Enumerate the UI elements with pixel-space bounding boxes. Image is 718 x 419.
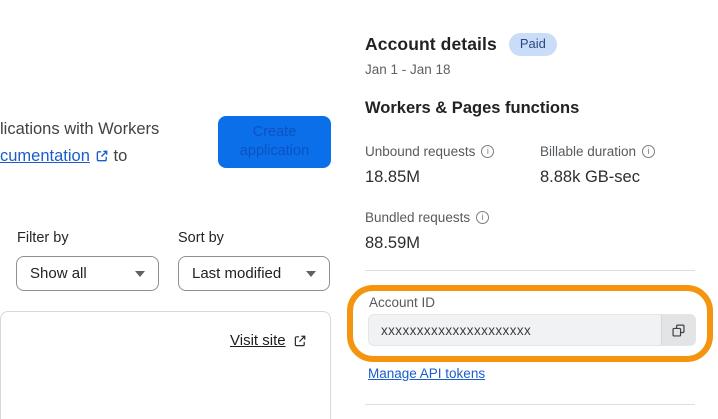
sort-dropdown-value: Last modified (192, 265, 282, 282)
external-link-icon (95, 145, 109, 172)
external-link-icon (293, 334, 307, 348)
functions-section-title: Workers & Pages functions (365, 99, 580, 117)
stat-bundled-requests: Bundled requests i 88.59M (365, 210, 540, 253)
stat-label: Billable duration (540, 144, 637, 159)
documentation-link[interactable]: cumentation (0, 147, 90, 165)
intro-suffix: to (113, 147, 128, 165)
stat-value: 88.59M (365, 234, 421, 252)
stat-value: 18.85M (365, 168, 421, 186)
account-id-input[interactable] (369, 315, 661, 345)
stat-value: 8.88k GB-sec (540, 168, 640, 186)
chevron-down-icon (135, 270, 145, 277)
account-details-title: Account details (365, 34, 497, 54)
intro-text: lications with Workers cumentation to (0, 116, 159, 172)
sort-by-label: Sort by (178, 230, 224, 246)
info-icon[interactable]: i (476, 211, 490, 224)
info-icon[interactable]: i (642, 145, 656, 158)
filter-dropdown[interactable]: Show all (16, 256, 159, 291)
copy-icon (671, 323, 686, 338)
filter-by-label: Filter by (17, 230, 69, 246)
project-card (0, 311, 331, 419)
stat-label: Unbound requests (365, 144, 476, 159)
sort-dropdown[interactable]: Last modified (178, 256, 330, 291)
create-application-button[interactable]: Create application (218, 116, 331, 168)
visit-site-label: Visit site (230, 332, 286, 349)
workers-pages-dashboard: lications with Workers cumentation to Cr… (0, 0, 718, 419)
intro-line1: lications with Workers (0, 120, 160, 138)
account-id-field-group (368, 314, 696, 346)
stat-unbound-requests: Unbound requests i 18.85M (365, 144, 540, 187)
filter-dropdown-value: Show all (30, 265, 87, 282)
create-button-line1: Create (252, 124, 297, 140)
create-button-line2: application (239, 143, 310, 159)
chevron-down-icon (306, 270, 316, 277)
account-id-label: Account ID (369, 295, 436, 310)
manage-api-tokens-link[interactable]: Manage API tokens (368, 366, 485, 381)
stat-label: Bundled requests (365, 210, 471, 225)
stat-billable-duration: Billable duration i 8.88k GB-sec (540, 144, 715, 187)
divider (365, 404, 695, 405)
info-icon[interactable]: i (481, 145, 495, 158)
visit-site-link[interactable]: Visit site (230, 332, 307, 349)
date-range: Jan 1 - Jan 18 (365, 62, 451, 77)
divider (365, 270, 695, 271)
copy-account-id-button[interactable] (661, 315, 695, 345)
paid-badge: Paid (508, 33, 557, 56)
